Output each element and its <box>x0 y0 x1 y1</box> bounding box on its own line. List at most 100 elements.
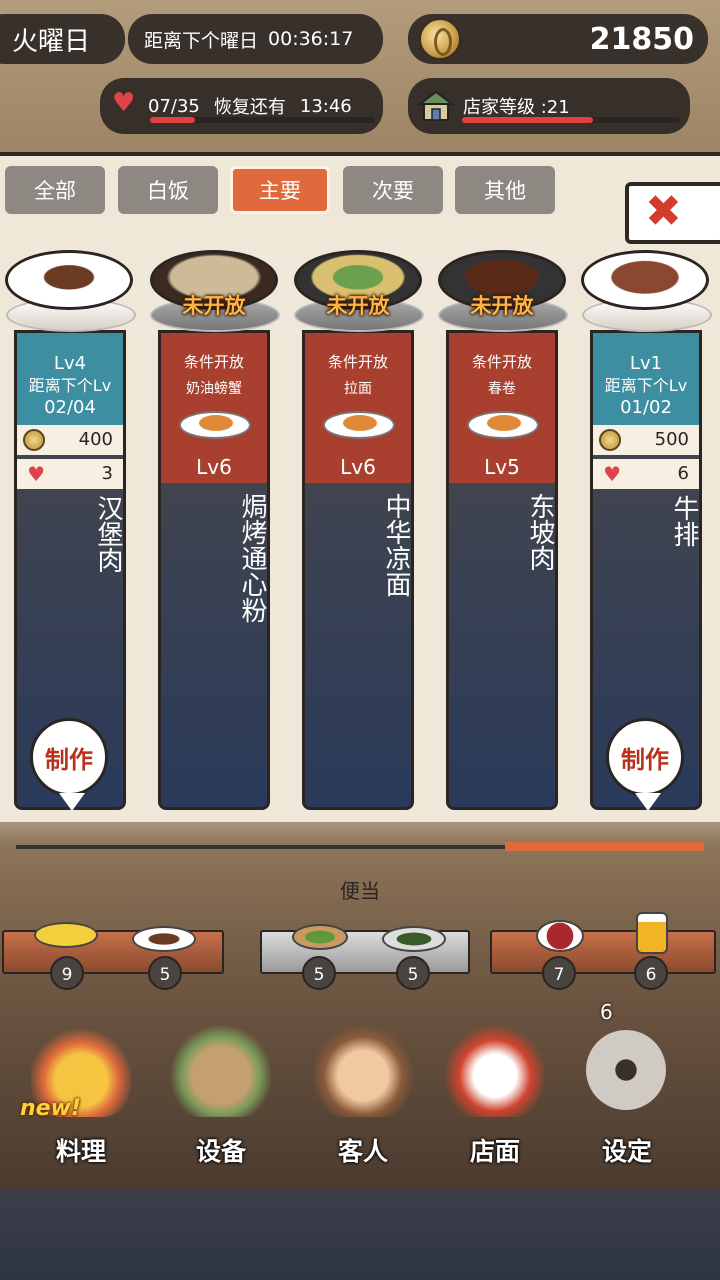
unlock-level: Lv6 <box>340 455 376 479</box>
dish-level-header: Lv1 距离下个Lv 01/02 <box>593 333 699 425</box>
close-icon: ✖ <box>645 186 682 237</box>
ramen-icon <box>323 411 395 439</box>
dish-price: 500 <box>593 425 699 455</box>
stock-count: 9 <box>50 956 84 990</box>
shop-progress-bar <box>462 117 680 123</box>
make-button[interactable]: 制作 <box>30 718 108 811</box>
tab-side[interactable]: 次要 <box>343 166 443 214</box>
edamame-icon <box>292 924 348 950</box>
close-button[interactable]: ✖ <box>625 182 720 244</box>
nav-customers[interactable]: 客人 <box>298 1020 428 1166</box>
tab-rice[interactable]: 白饭 <box>118 166 218 214</box>
hearts-value: 3 <box>101 463 113 484</box>
hamburger-plate-icon <box>132 926 196 952</box>
recover-time: 13:46 <box>299 95 352 117</box>
nav-cooking[interactable]: 料理 <box>16 1020 146 1166</box>
gear-count: 6 <box>600 1000 613 1024</box>
level-progress: 01/02 <box>620 397 672 418</box>
locked-label: 未开放 <box>182 294 246 318</box>
unlock-level: Lv6 <box>196 455 232 479</box>
counter-table-right[interactable] <box>490 930 716 974</box>
timer-label: 距离下个曜日 <box>144 29 259 52</box>
dish-card-cold-noodles[interactable]: 条件开放 拉面 Lv6 中华凉面 <box>302 330 414 810</box>
dish-name: 牛排 <box>669 495 699 547</box>
nav-label: 店面 <box>469 1137 520 1166</box>
dish-locked-header: 条件开放 奶油螃蟹 Lv6 <box>161 333 267 483</box>
stock-count: 6 <box>634 956 668 990</box>
shop-level-text: 店家等级 :21 <box>463 97 570 118</box>
customers-icon <box>313 1025 413 1117</box>
dish-name: 焗烤通心粉 <box>237 493 267 623</box>
bottom-background <box>0 1190 720 1280</box>
heart-icon: ♥ <box>112 88 136 118</box>
steak-plate-icon <box>581 250 709 310</box>
dish-name: 汉堡肉 <box>93 495 123 573</box>
unlock-condition: 条件开放 <box>327 353 388 371</box>
dish-level-header: Lv4 距离下个Lv 02/04 <box>17 333 123 425</box>
unlock-condition: 条件开放 <box>471 353 532 371</box>
dish-level: Lv4 <box>53 353 87 374</box>
dish-name: 中华凉面 <box>381 493 411 597</box>
rice-plate-icon <box>34 922 98 948</box>
timer-value: 00:36:17 <box>268 28 354 50</box>
spring-roll-icon <box>467 411 539 439</box>
dish-locked-header: 条件开放 拉面 Lv6 <box>305 333 411 483</box>
level-progress: 02/04 <box>44 397 96 418</box>
unlock-dish: 拉面 <box>344 381 372 397</box>
dish-price: 400 <box>17 425 123 455</box>
nav-label: 料理 <box>55 1137 106 1166</box>
locked-label: 未开放 <box>470 294 534 318</box>
hamburger-plate-icon <box>5 250 133 310</box>
unlock-dish: 奶油螃蟹 <box>186 381 242 397</box>
dish-hearts: ♥ 3 <box>17 459 123 489</box>
red-bean-bowl-icon <box>536 920 584 952</box>
coin-icon <box>418 17 462 61</box>
tab-other[interactable]: 其他 <box>455 166 555 214</box>
unlock-condition: 条件开放 <box>183 353 244 371</box>
lucky-cat-icon <box>445 1025 545 1117</box>
price-value: 500 <box>654 429 689 450</box>
dish-locked-header: 条件开放 春卷 Lv5 <box>449 333 555 483</box>
dish-hearts: ♥ 6 <box>593 459 699 489</box>
heart-icon: ♥ <box>603 462 621 486</box>
stock-count: 5 <box>302 956 336 990</box>
heart-icon: ♥ <box>27 462 45 486</box>
heart-stamina: 07/35 恢复还有 13:46 <box>100 78 383 134</box>
seaweed-icon <box>382 926 446 952</box>
dish-name: 东坡肉 <box>525 493 555 571</box>
weekday-label: 火曜日 <box>0 14 125 64</box>
stock-count: 5 <box>148 956 182 990</box>
tab-main[interactable]: 主要 <box>230 166 330 214</box>
coin-amount: 21850 <box>589 21 694 57</box>
dish-card-gratin[interactable]: 条件开放 奶油螃蟹 Lv6 焗烤通心粉 <box>158 330 270 810</box>
locked-label: 未开放 <box>326 294 390 318</box>
hearts-value: 6 <box>677 463 689 484</box>
dish-card-dongpo-pork[interactable]: 条件开放 春卷 Lv5 东坡肉 <box>446 330 558 810</box>
tab-all[interactable]: 全部 <box>5 166 105 214</box>
house-icon <box>171 1025 271 1117</box>
scroll-thumb[interactable] <box>505 842 704 851</box>
gear-icon[interactable] <box>586 1030 666 1110</box>
coin-icon <box>23 429 45 451</box>
coin-icon <box>599 429 621 451</box>
unlock-level: Lv5 <box>484 455 520 479</box>
next-day-timer: 距离下个曜日 00:36:17 <box>128 14 383 64</box>
next-level-label: 距离下个Lv <box>604 376 688 395</box>
dish-level: Lv1 <box>629 353 663 374</box>
unlock-dish: 春卷 <box>488 381 516 397</box>
make-label: 制作 <box>45 745 93 774</box>
nav-storefront[interactable]: 店面 <box>430 1020 560 1166</box>
make-button[interactable]: 制作 <box>606 718 684 811</box>
nav-label: 客人 <box>337 1137 388 1166</box>
new-badge: new! <box>20 1096 81 1121</box>
recover-label: 恢复还有 <box>213 97 286 118</box>
make-label: 制作 <box>621 745 669 774</box>
heart-progress-bar <box>150 117 375 123</box>
croquette-icon <box>179 411 251 439</box>
shop-house-icon <box>418 90 454 121</box>
hearts-count: 07/35 <box>148 95 200 117</box>
nav-label: 设备 <box>195 1137 246 1166</box>
stock-count: 7 <box>542 956 576 990</box>
nav-equipment[interactable]: 设备 <box>156 1020 286 1166</box>
next-level-label: 距离下个Lv <box>28 376 112 395</box>
